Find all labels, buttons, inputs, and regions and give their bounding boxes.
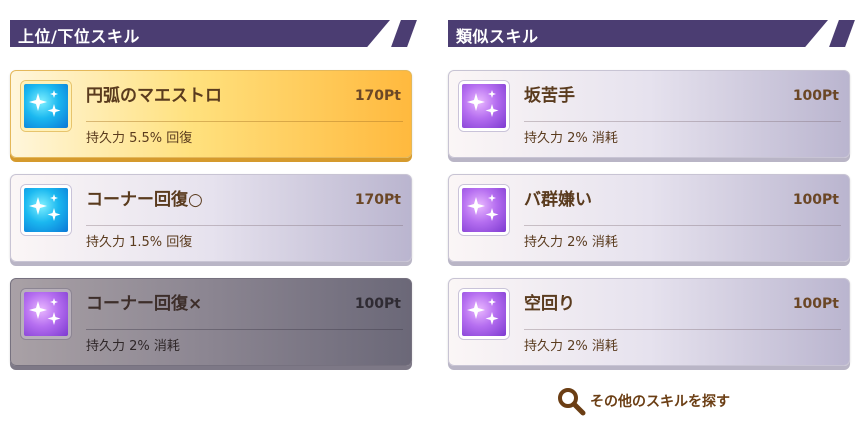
skill-name: バ群嫌い — [524, 190, 592, 210]
skill-points: 100Pt — [792, 88, 839, 104]
skill-card[interactable]: 円弧のマエストロ 170Pt 持久力 5.5% 回復 — [10, 70, 412, 158]
skill-points: 100Pt — [792, 192, 839, 208]
skill-name: 坂苦手 — [524, 86, 575, 106]
skill-points: 170Pt — [354, 88, 401, 104]
blue-sparkle-icon — [21, 185, 71, 235]
search-icon — [558, 388, 586, 416]
skill-effect: 持久力 2% 消耗 — [524, 131, 618, 146]
skill-effect: 持久力 2% 消耗 — [524, 339, 618, 354]
skill-card[interactable]: バ群嫌い 100Pt 持久力 2% 消耗 — [448, 174, 850, 262]
skill-points: 170Pt — [354, 192, 401, 208]
skill-effect: 持久力 2% 消耗 — [524, 235, 618, 250]
skill-name: コーナー回復× — [86, 294, 203, 314]
purple-sparkle-icon — [21, 289, 71, 339]
header-stripe — [829, 20, 855, 47]
skill-points: 100Pt — [792, 296, 839, 312]
divider — [86, 225, 403, 226]
header-underline — [340, 47, 390, 49]
section-title: 類似スキル — [456, 27, 539, 46]
purple-sparkle-icon — [459, 289, 509, 339]
header-underline — [778, 47, 828, 49]
divider — [524, 329, 841, 330]
skill-card[interactable]: 坂苦手 100Pt 持久力 2% 消耗 — [448, 70, 850, 158]
skill-name: 空回り — [524, 294, 575, 314]
purple-sparkle-icon — [459, 81, 509, 131]
purple-sparkle-icon — [459, 185, 509, 235]
divider — [86, 121, 403, 122]
divider — [524, 121, 841, 122]
skill-effect: 持久力 5.5% 回復 — [86, 131, 193, 146]
skill-card[interactable]: コーナー回復○ 170Pt 持久力 1.5% 回復 — [10, 174, 412, 262]
blue-sparkle-icon — [21, 81, 71, 131]
divider — [524, 225, 841, 226]
section-header-related: 上位/下位スキル — [10, 20, 417, 49]
section-header-similar: 類似スキル — [448, 20, 855, 49]
search-other-skills-link[interactable]: その他のスキルを探す — [556, 386, 730, 416]
header-stripe — [391, 20, 417, 47]
divider — [86, 329, 403, 330]
section-title: 上位/下位スキル — [18, 27, 140, 46]
skill-effect: 持久力 1.5% 回復 — [86, 235, 193, 250]
skill-points: 100Pt — [354, 296, 401, 312]
skill-effect: 持久力 2% 消耗 — [86, 339, 180, 354]
search-link-label: その他のスキルを探す — [590, 394, 730, 410]
skill-card[interactable]: コーナー回復× 100Pt 持久力 2% 消耗 — [10, 278, 412, 366]
skill-name: コーナー回復○ — [86, 190, 203, 210]
skill-name: 円弧のマエストロ — [86, 86, 222, 106]
skill-card[interactable]: 空回り 100Pt 持久力 2% 消耗 — [448, 278, 850, 366]
